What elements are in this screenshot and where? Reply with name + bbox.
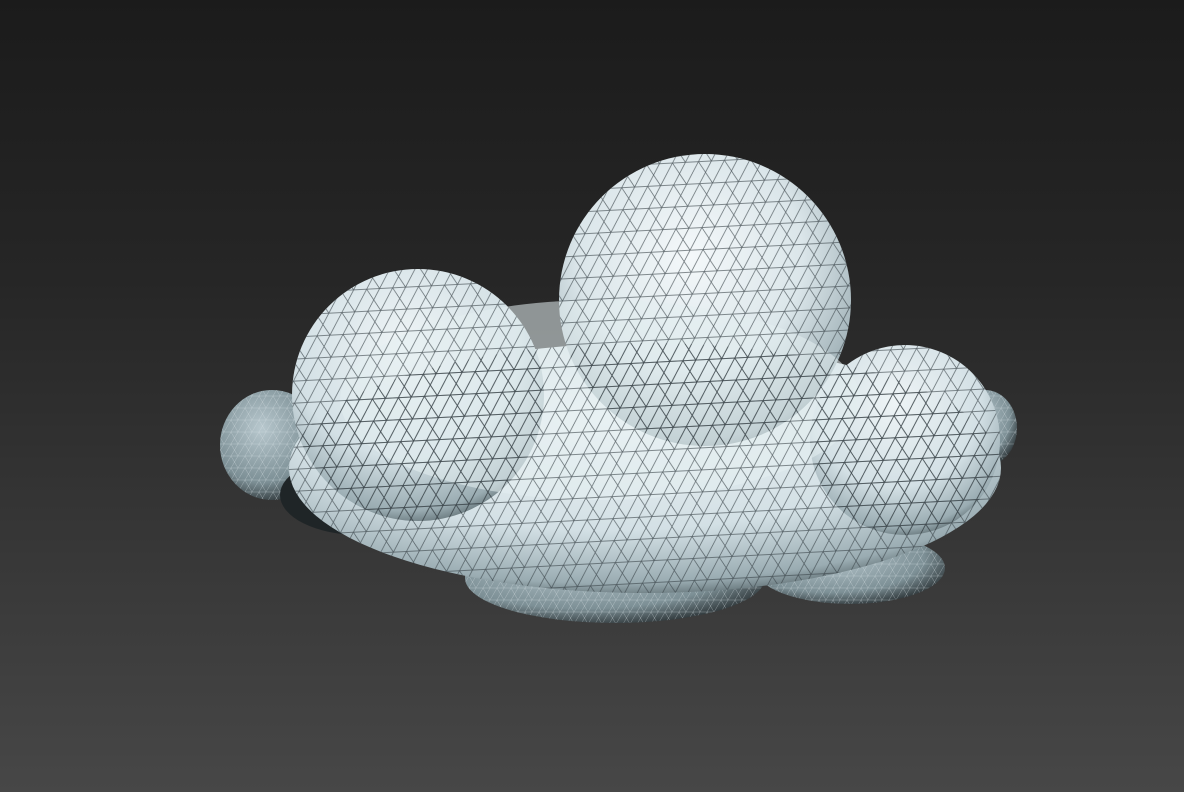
wireframe-overlay [289, 154, 1001, 593]
cloud-model[interactable] [0, 0, 1184, 792]
3d-viewport[interactable] [0, 0, 1184, 792]
